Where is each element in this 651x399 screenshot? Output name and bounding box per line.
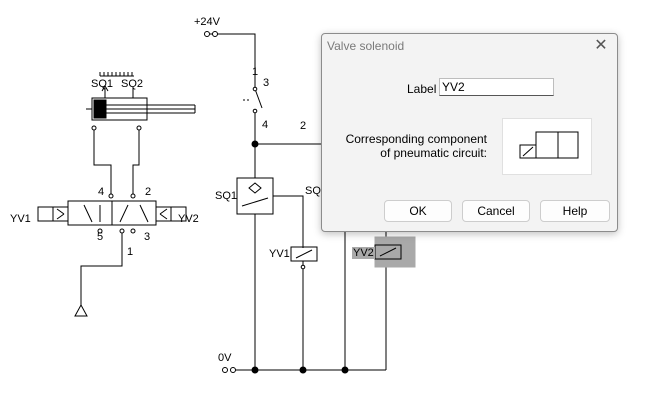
cylinder-sq2-label: SQ2 (121, 78, 144, 90)
ok-button[interactable]: OK (384, 200, 452, 222)
port-2-label: 2 (145, 186, 152, 198)
cylinder-sq1-label: SQ1 (91, 78, 114, 90)
dialog-title: Valve solenoid (327, 39, 405, 53)
valve-yv1-label: YV1 (10, 213, 31, 225)
coil-yv2-label: YV2 (352, 247, 375, 259)
coil-yv1-label: YV1 (269, 248, 290, 260)
port-3-label: 3 (144, 231, 151, 243)
cancel-button[interactable]: Cancel (462, 200, 530, 222)
valve-yv2-label: YV2 (178, 213, 199, 225)
close-icon[interactable]: ✕ (591, 36, 611, 56)
coil-yv2[interactable] (374, 236, 416, 268)
supply-plus-label: +24V (194, 16, 220, 28)
label-input[interactable]: YV2 (439, 78, 554, 96)
port-1-label: 1 (127, 246, 134, 258)
label-caption: Label (407, 82, 437, 96)
port-4-label: 4 (98, 186, 105, 198)
component-caption: Corresponding component of pneumatic cir… (345, 132, 487, 160)
contact-1-label: 1 (252, 66, 259, 78)
port-5-label: 5 (97, 231, 104, 243)
directional-valve[interactable] (37, 200, 187, 226)
contact-3-label: 3 (263, 77, 270, 89)
solenoid-preview-icon (519, 131, 579, 159)
valve-solenoid-dialog: Valve solenoid ✕ Label YV2 Corresponding… (321, 33, 618, 232)
supply-zero-label: 0V (218, 352, 232, 364)
contact-4-label: 4 (262, 119, 269, 131)
wire-2-label: 2 (300, 120, 307, 132)
help-button[interactable]: Help (540, 200, 610, 222)
ladder-sq1-label: SQ1 (215, 190, 238, 202)
component-preview (502, 118, 592, 175)
